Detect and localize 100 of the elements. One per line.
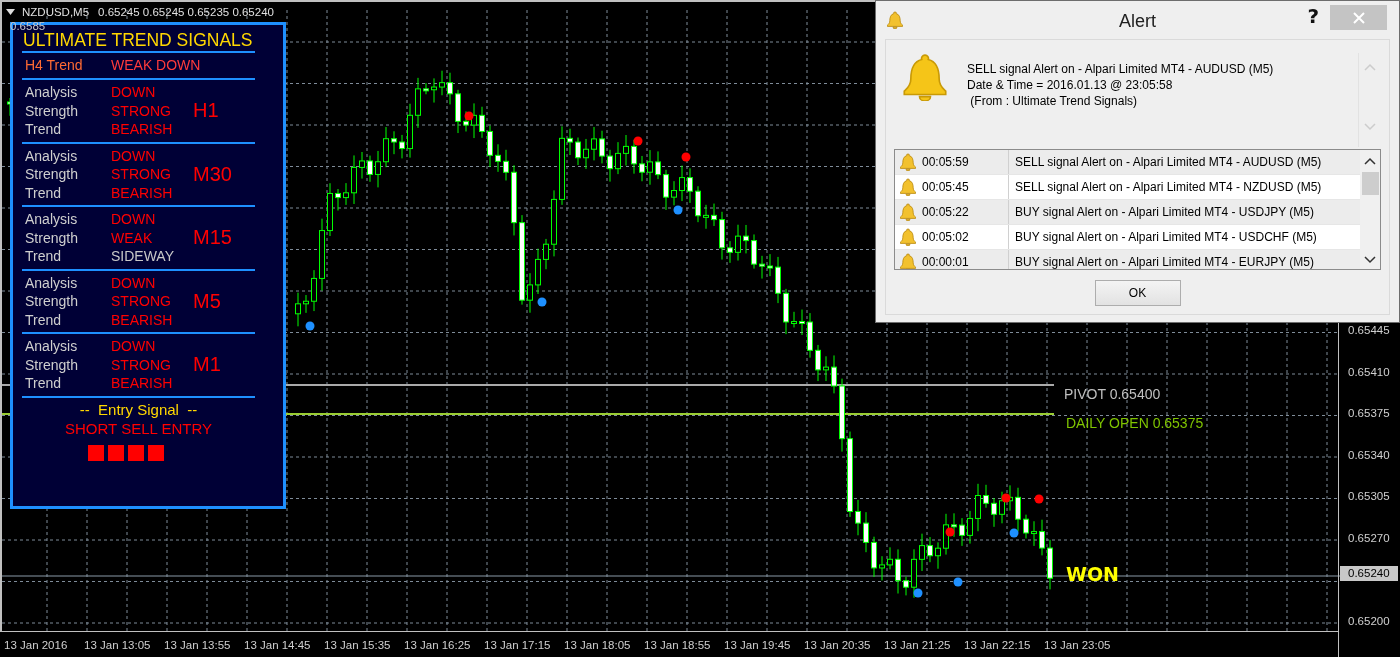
alert-log-row[interactable]: 00:05:59 SELL signal Alert on - Alpari Limited MT4 - AUDUSD (M5) — [895, 150, 1360, 175]
indicator-label: Analysis — [25, 273, 79, 292]
symbol-label: NZDUSD,M5 — [22, 6, 90, 18]
indicator-value: DOWN — [111, 146, 157, 165]
timeframe-label: M15 — [193, 226, 232, 250]
time-label: 13 Jan 13:05 — [84, 638, 152, 651]
timeframe-label: M1 — [193, 353, 221, 377]
time-label: 13 Jan 13:55 — [164, 638, 232, 651]
alert-time: 00:00:01 — [922, 255, 969, 269]
signal-dot — [1001, 493, 1011, 503]
indicator-value: BEARISH — [111, 120, 174, 139]
entry-signal: SHORT SELL ENTRY — [65, 419, 212, 438]
alert-time: 00:05:59 — [922, 155, 969, 169]
indicator-value: BEARISH — [111, 310, 174, 329]
indicator-value: SIDEWAY — [111, 247, 175, 266]
alert-time: 00:05:45 — [922, 180, 969, 194]
bell-icon — [900, 228, 916, 246]
signal-dot — [913, 588, 923, 598]
close-button[interactable] — [1330, 5, 1387, 30]
alert-time: 00:05:02 — [922, 230, 969, 244]
indicator-value: STRONG — [111, 355, 172, 374]
indicator-label: Analysis — [25, 146, 79, 165]
time-label: 13 Jan 17:15 — [484, 638, 552, 651]
price-label: 0.65270 — [1348, 531, 1390, 544]
time-label: 13 Jan 16:25 — [404, 638, 472, 651]
indicator-value: DOWN — [111, 210, 157, 229]
indicator-label: Analysis — [25, 337, 79, 356]
indicator-value: DOWN — [111, 83, 157, 102]
pivot-label: PIVOT 0.65400 — [1064, 386, 1161, 402]
result-label: WON — [1066, 563, 1119, 585]
price-label: 0.65305 — [1348, 490, 1390, 502]
signal-dot — [633, 136, 643, 146]
indicator-value: STRONG — [111, 292, 172, 311]
time-label: 13 Jan 14:45 — [244, 638, 312, 651]
price-label: 0.65445 — [1348, 324, 1390, 336]
indicator-value: BEARISH — [111, 374, 174, 393]
daily-open-label: DAILY OPEN 0.65375 — [1066, 415, 1204, 431]
price-label: 0.65375 — [1348, 407, 1390, 419]
timeframe-label: M30 — [193, 162, 232, 186]
indicator-value: STRONG — [111, 101, 172, 120]
alert-message: (From : Ultimate Trend Signals) — [969, 93, 1139, 109]
signal-dot — [537, 297, 547, 307]
bell-icon — [900, 153, 916, 171]
current-price-label: 0.65240 — [1340, 566, 1398, 581]
ok-button[interactable]: OK — [1094, 280, 1181, 306]
alert-log-row[interactable]: 00:05:02 BUY signal Alert on - Alpari Limited MT4 - USDCHF (M5) — [895, 225, 1360, 250]
indicator-value: DOWN — [111, 337, 157, 356]
alert-log-row[interactable]: 00:00:01 BUY signal Alert on - Alpari Limited MT4 - EURJPY (M5) — [895, 250, 1360, 269]
indicator-label: Trend — [25, 120, 63, 139]
timeframe-label: H1 — [193, 99, 219, 123]
signal-dot — [945, 527, 955, 537]
indicator-label: Trend — [25, 247, 63, 266]
time-label: 13 Jan 2016 — [4, 638, 69, 651]
alert-text: SELL signal Alert on - Alpari Limited MT4 - AUDUSD (M5) — [1014, 155, 1322, 169]
alert-message: SELL signal Alert on - Alpari Limited MT4 - AUDUSD (M5) — [967, 61, 1275, 77]
time-label: 13 Jan 19:45 — [724, 638, 792, 651]
time-label: 13 Jan 18:05 — [564, 638, 632, 651]
close-icon — [1352, 11, 1365, 24]
help-button[interactable]: ? — [1307, 4, 1319, 28]
indicator-label: Trend — [25, 374, 63, 393]
indicator-label: Strength — [25, 292, 79, 311]
alert-text: SELL signal Alert on - Alpari Limited MT4 - NZDUSD (M5) — [1014, 180, 1322, 194]
indicator-label: Analysis — [25, 210, 79, 229]
alert-text: BUY signal Alert on - Alpari Limited MT4 - USDCHF (M5) — [1014, 230, 1317, 244]
indicator-label: Strength — [25, 355, 79, 374]
price-label: 0.65340 — [1348, 448, 1390, 461]
alert-text: BUY signal Alert on - Alpari Limited MT4 - EURJPY (M5) — [1014, 255, 1314, 269]
signal-dot — [673, 205, 683, 215]
time-label: 13 Jan 22:15 — [964, 638, 1032, 651]
signal-dot — [681, 152, 691, 162]
bell-icon — [900, 178, 916, 196]
indicator-value: WEAK — [111, 228, 154, 247]
h4-trend-label: H4 Trend — [25, 56, 84, 75]
alert-log-row[interactable]: 00:05:22 BUY signal Alert on - Alpari Limited MT4 - USDJPY (M5) — [895, 200, 1360, 225]
signal-dot — [1034, 494, 1044, 504]
scrollbar-thumb[interactable] — [1361, 172, 1379, 195]
signal-dot — [464, 111, 474, 121]
entry-heading: -- Entry Signal -- — [79, 400, 198, 419]
signal-dot — [305, 321, 315, 331]
scroll-up-icon[interactable] — [1364, 156, 1376, 166]
signal-dot — [1009, 528, 1019, 538]
dialog-title: Alert — [1119, 9, 1156, 32]
alert-log-row[interactable]: 00:05:45 SELL signal Alert on - Alpari Limited MT4 - NZDUSD (M5) — [895, 175, 1360, 200]
indicator-value: STRONG — [111, 165, 172, 184]
time-label: 13 Jan 21:25 — [884, 638, 952, 651]
bell-icon — [900, 203, 916, 221]
alert-message: Date & Time = 2016.01.13 @ 23:05:58 — [967, 77, 1174, 93]
quote-values: 0.65245 0.65245 0.65235 0.65240 — [98, 6, 274, 18]
dropdown-icon[interactable] — [6, 9, 15, 15]
indicator-label: Trend — [25, 183, 63, 202]
price-label: 0.65410 — [1348, 365, 1390, 378]
scroll-down-icon[interactable] — [1364, 255, 1376, 265]
alert-time: 00:05:22 — [922, 205, 969, 219]
indicator-label: Strength — [25, 228, 79, 247]
bell-icon — [900, 253, 916, 269]
time-label: 13 Jan 15:35 — [324, 638, 392, 651]
alert-text: BUY signal Alert on - Alpari Limited MT4 - USDJPY (M5) — [1014, 205, 1314, 219]
indicator-label: Analysis — [25, 83, 79, 102]
bell-icon — [901, 53, 949, 101]
h4-trend-value: WEAK DOWN — [111, 56, 201, 75]
